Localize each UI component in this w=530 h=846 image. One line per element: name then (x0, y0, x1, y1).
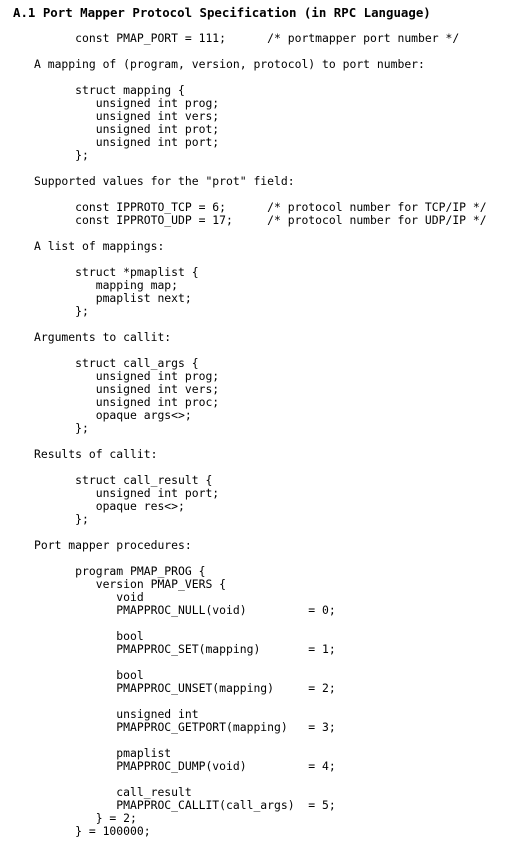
code-line: }; (34, 304, 89, 318)
code-line: Port mapper procedures: (34, 538, 192, 552)
code-line: PMAPPROC_DUMP(void) = 4; (34, 759, 336, 773)
code-line: const PMAP_PORT = 111; /* portmapper por… (34, 31, 460, 45)
code-line: A mapping of (program, version, protocol… (34, 57, 425, 71)
document-page: A.1 Port Mapper Protocol Specification (… (0, 0, 530, 846)
code-line: A list of mappings: (34, 239, 165, 253)
code-line: pmaplist next; (34, 291, 192, 305)
code-line: }; (34, 512, 89, 526)
code-listing: const PMAP_PORT = 111; /* portmapper por… (34, 32, 487, 838)
code-line: opaque res<>; (34, 499, 185, 513)
section-heading: A.1 Port Mapper Protocol Specification (… (13, 5, 431, 20)
code-line: Results of callit: (34, 447, 158, 461)
code-line: PMAPPROC_SET(mapping) = 1; (34, 642, 336, 656)
code-line: PMAPPROC_UNSET(mapping) = 2; (34, 681, 336, 695)
code-line: opaque args<>; (34, 408, 192, 422)
code-line: PMAPPROC_NULL(void) = 0; (34, 603, 336, 617)
code-line: Supported values for the "prot" field: (34, 174, 295, 188)
code-line: }; (34, 421, 89, 435)
code-line: PMAPPROC_GETPORT(mapping) = 3; (34, 720, 336, 734)
code-line: } = 100000; (34, 824, 151, 838)
code-line: const IPPROTO_UDP = 17; /* protocol numb… (34, 213, 487, 227)
code-line: }; (34, 148, 89, 162)
code-line: Arguments to callit: (34, 330, 172, 344)
code-line: unsigned int port; (34, 135, 220, 149)
